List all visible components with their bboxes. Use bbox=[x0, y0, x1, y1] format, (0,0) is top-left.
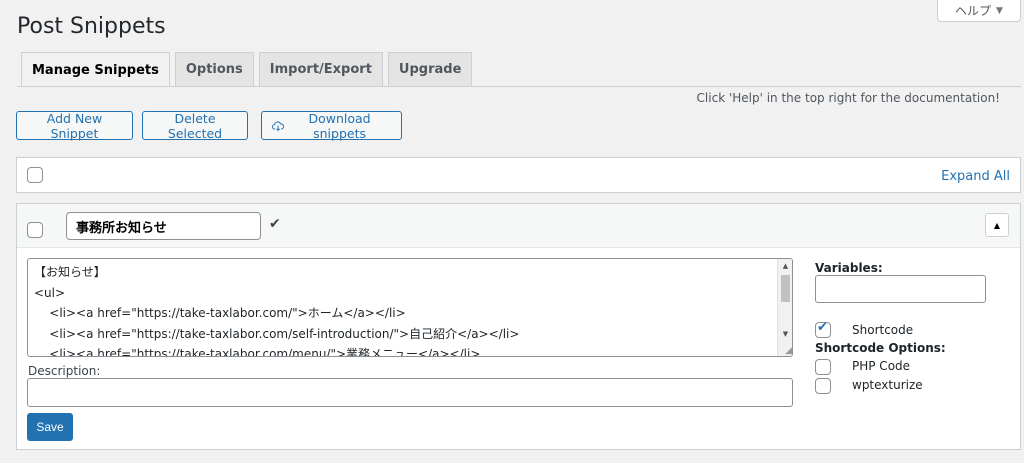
snippet-header: 事務所お知らせ ✔ ▲ bbox=[17, 204, 1020, 248]
code-line: <ul> bbox=[34, 285, 66, 300]
shortcode-options-heading: Shortcode Options: bbox=[815, 341, 946, 355]
code-line: <li><a href="https://take-taxlabor.com/m… bbox=[34, 347, 481, 357]
help-note: Click 'Help' in the top right for the do… bbox=[696, 91, 1000, 105]
wptexturize-label: wptexturize bbox=[852, 378, 923, 392]
tab-upgrade[interactable]: Upgrade bbox=[387, 52, 473, 86]
variables-label: Variables: bbox=[815, 261, 883, 275]
chevron-down-icon: ▼ bbox=[996, 5, 1003, 16]
download-snippets-label: Download snippets bbox=[308, 110, 371, 141]
snippet-title-input[interactable]: 事務所お知らせ bbox=[66, 212, 261, 240]
collapse-button[interactable]: ▲ bbox=[985, 213, 1009, 237]
page-title: Post Snippets bbox=[17, 14, 166, 39]
help-tab-label: ヘルプ bbox=[955, 4, 992, 18]
scroll-down-icon[interactable]: ▼ bbox=[778, 327, 792, 341]
scroll-thumb[interactable] bbox=[781, 275, 790, 302]
nav-tabs: Manage Snippets Options Import/Export Up… bbox=[21, 52, 473, 87]
download-snippets-button[interactable]: Download snippets bbox=[261, 110, 402, 141]
bulk-select-bar: Expand All bbox=[16, 157, 1021, 193]
snippet-card: 事務所お知らせ ✔ ▲ 【お知らせ】 <ul> <li><a href="http… bbox=[16, 203, 1021, 450]
save-button[interactable]: Save bbox=[27, 413, 73, 441]
help-tab-button[interactable]: ヘルプ ▼ bbox=[937, 0, 1021, 22]
triangle-up-icon: ▲ bbox=[993, 220, 1001, 230]
tab-manage-snippets[interactable]: Manage Snippets bbox=[21, 52, 170, 87]
variables-input[interactable] bbox=[815, 275, 986, 303]
shortcode-checkbox[interactable]: ✔ bbox=[815, 320, 831, 338]
wptexturize-checkbox[interactable] bbox=[815, 378, 831, 394]
code-line: <li><a href="https://take-taxlabor.com/s… bbox=[34, 326, 520, 341]
tab-divider bbox=[17, 86, 1021, 87]
php-code-checkbox[interactable] bbox=[815, 359, 831, 375]
delete-selected-button[interactable]: Delete Selected bbox=[142, 111, 248, 141]
checkmark-icon: ✔ bbox=[817, 320, 828, 335]
resize-grip-icon[interactable]: ◢ bbox=[777, 343, 792, 356]
shortcode-label: Shortcode bbox=[852, 323, 914, 337]
code-line: <li><a href="https://take-taxlabor.com/"… bbox=[34, 306, 406, 320]
scroll-up-icon[interactable]: ▲ bbox=[778, 259, 792, 273]
snippet-select-checkbox[interactable] bbox=[27, 222, 43, 238]
expand-all-link[interactable]: Expand All bbox=[941, 169, 1010, 184]
description-label: Description: bbox=[28, 364, 101, 378]
code-line: 【お知らせ】 bbox=[34, 265, 106, 279]
add-new-snippet-button[interactable]: Add New Snippet bbox=[16, 111, 133, 141]
tab-options[interactable]: Options bbox=[174, 52, 254, 86]
php-code-label: PHP Code bbox=[852, 359, 911, 373]
checkmark-icon: ✔ bbox=[269, 216, 281, 232]
snippet-code-content: 【お知らせ】 <ul> <li><a href="https://take-tax… bbox=[34, 262, 776, 357]
description-input[interactable] bbox=[27, 378, 793, 407]
select-all-checkbox[interactable] bbox=[27, 167, 43, 183]
snippet-code-textarea[interactable]: 【お知らせ】 <ul> <li><a href="https://take-tax… bbox=[27, 258, 793, 357]
code-scrollbar[interactable]: ▲ ▼ bbox=[777, 259, 792, 356]
cloud-download-icon bbox=[272, 120, 285, 131]
tab-import-export[interactable]: Import/Export bbox=[258, 52, 383, 86]
